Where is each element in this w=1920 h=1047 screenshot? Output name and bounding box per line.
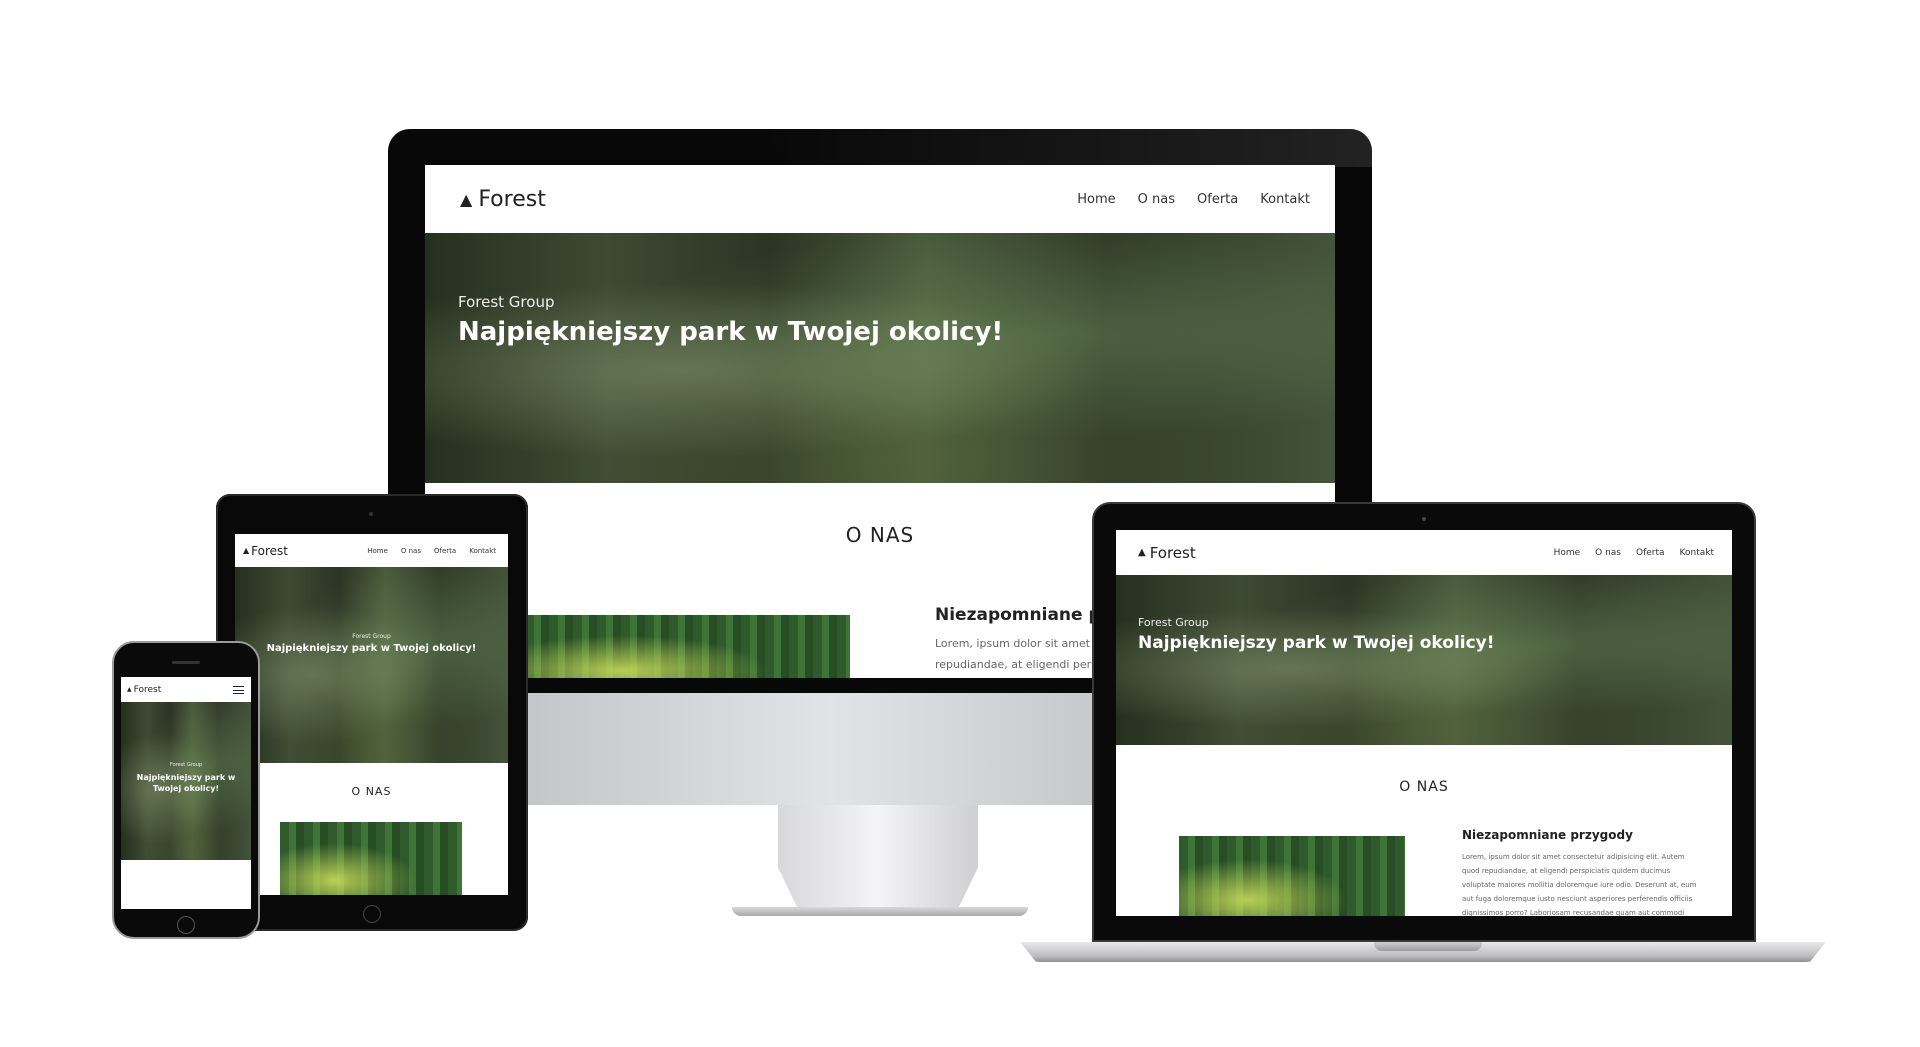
laptop-device: ▲ Forest Home O nas Oferta Kontakt Fores… — [1020, 502, 1826, 964]
tablet-device: ▲ Forest Home O nas Oferta Kontakt Fores… — [216, 494, 528, 931]
tablet-home-button[interactable] — [363, 905, 381, 923]
nav-contact[interactable]: Kontakt — [469, 547, 496, 555]
desktop-menu: Home O nas Oferta Kontakt — [1077, 192, 1310, 207]
laptop-menu: Home O nas Oferta Kontakt — [1554, 548, 1714, 558]
tablet-screen: ▲ Forest Home O nas Oferta Kontakt Fores… — [235, 534, 508, 895]
about-image — [525, 615, 850, 678]
nav-home[interactable]: Home — [1554, 548, 1581, 558]
laptop-logo[interactable]: ▲ Forest — [1138, 544, 1196, 562]
hero-title: Najpiękniejszy park w Twojej okolicy! — [458, 317, 1004, 347]
laptop-notch — [1374, 942, 1482, 951]
brand-name: Forest — [1149, 543, 1196, 562]
nav-offer[interactable]: Oferta — [1636, 548, 1665, 558]
tablet-logo[interactable]: ▲ Forest — [243, 544, 288, 558]
laptop-camera — [1422, 517, 1426, 521]
phone-home-button[interactable] — [177, 916, 195, 934]
tree-icon: ▲ — [243, 546, 250, 555]
desktop-navbar: ▲ Forest Home O nas Oferta Kontakt — [425, 165, 1335, 233]
monitor-stand — [778, 805, 978, 909]
brand-name: Forest — [251, 543, 288, 558]
hero-subtitle: Forest Group — [169, 762, 203, 768]
brand-name: Forest — [133, 684, 162, 695]
brand-name: Forest — [478, 186, 546, 212]
desktop-logo[interactable]: ▲ Forest — [460, 187, 546, 212]
laptop-hero: Forest Group Najpiękniejszy park w Twoje… — [1116, 575, 1732, 745]
monitor-stand-base — [732, 907, 1028, 916]
about-image — [1179, 836, 1405, 916]
phone-device: ▲ Forest Forest Group Najpiękniejszy par… — [112, 641, 260, 939]
phone-speaker — [172, 661, 200, 664]
tablet-navbar: ▲ Forest Home O nas Oferta Kontakt — [235, 534, 508, 567]
tree-icon: ▲ — [127, 686, 132, 693]
desktop-hero: Forest Group Najpiękniejszy park w Twoje… — [425, 233, 1335, 483]
hero-title: Najpiękniejszy park w Twojej okolicy! — [136, 773, 236, 793]
nav-about[interactable]: O nas — [1595, 548, 1621, 558]
about-heading: O NAS — [351, 785, 392, 798]
nav-offer[interactable]: Oferta — [1197, 192, 1238, 207]
nav-about[interactable]: O nas — [401, 547, 421, 555]
about-card-title: Niezapomniane przygody — [1462, 828, 1633, 842]
nav-home[interactable]: Home — [367, 547, 388, 555]
hero-subtitle: Forest Group — [1138, 616, 1209, 629]
hero-subtitle: Forest Group — [458, 293, 555, 311]
nav-contact[interactable]: Kontakt — [1260, 192, 1310, 207]
hero-subtitle: Forest Group — [352, 633, 391, 640]
tree-icon: ▲ — [1138, 547, 1146, 558]
about-image — [280, 822, 462, 895]
about-text: Lorem, ipsum dolor sit amet consectetur … — [1462, 853, 1697, 916]
tablet-hero: Forest Group Najpiękniejszy park w Twoje… — [235, 567, 508, 763]
nav-about[interactable]: O nas — [1138, 192, 1175, 207]
laptop-navbar: ▲ Forest Home O nas Oferta Kontakt — [1116, 530, 1732, 575]
monitor-bezel-glare — [758, 129, 1372, 167]
laptop-screen: ▲ Forest Home O nas Oferta Kontakt Fores… — [1116, 530, 1732, 916]
tree-icon: ▲ — [460, 189, 473, 209]
tablet-menu: Home O nas Oferta Kontakt — [367, 547, 496, 555]
phone-screen: ▲ Forest Forest Group Najpiękniejszy par… — [121, 677, 251, 909]
nav-offer[interactable]: Oferta — [434, 547, 456, 555]
hamburger-icon[interactable] — [233, 685, 244, 694]
phone-logo[interactable]: ▲ Forest — [127, 685, 161, 695]
hero-title: Najpiękniejszy park w Twojej okolicy! — [266, 643, 477, 654]
phone-hero: Forest Group Najpiękniejszy park w Twoje… — [121, 702, 251, 860]
nav-home[interactable]: Home — [1077, 192, 1115, 207]
phone-navbar: ▲ Forest — [121, 677, 251, 702]
nav-contact[interactable]: Kontakt — [1680, 548, 1714, 558]
about-heading: O NAS — [1399, 779, 1449, 795]
tablet-camera — [369, 512, 373, 516]
hero-title: Najpiękniejszy park w Twojej okolicy! — [1138, 633, 1495, 653]
